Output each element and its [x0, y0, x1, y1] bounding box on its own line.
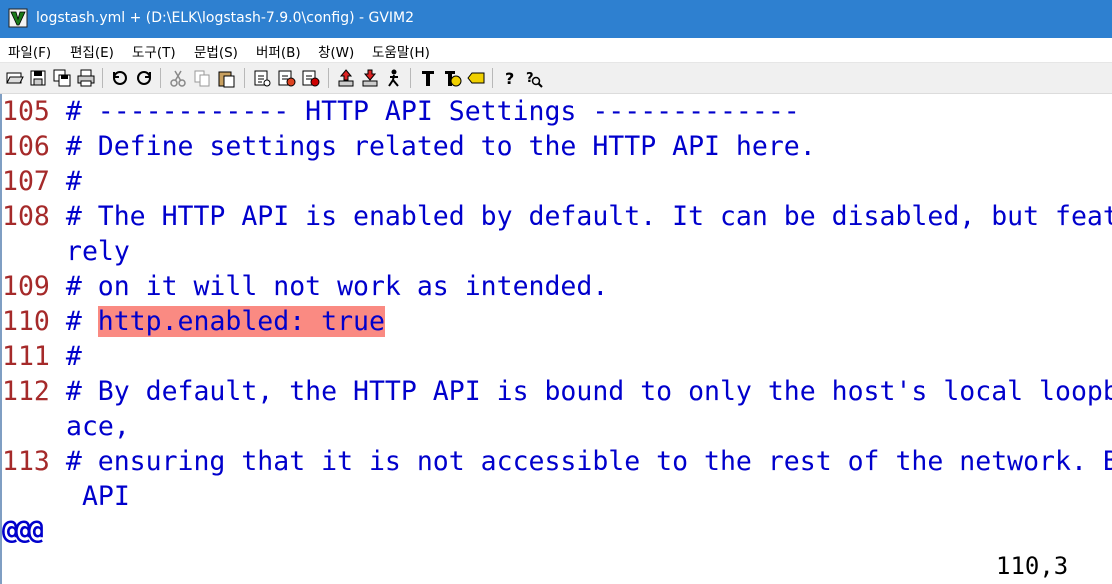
- run-ctags-icon[interactable]: [384, 68, 404, 88]
- line-text: # Define settings related to the HTTP AP…: [65, 131, 816, 162]
- code-line: 109 # on it will not work as intended.: [2, 269, 608, 304]
- code-line: 106 # Define settings related to the HTT…: [2, 129, 816, 164]
- toolbar-separator: [328, 68, 329, 88]
- line-number: 106: [2, 131, 50, 162]
- menu-syntax[interactable]: 문법(S): [194, 41, 238, 61]
- code-line: 105 # ------------ HTTP API Settings ---…: [2, 94, 800, 129]
- line-number: 111: [2, 341, 50, 372]
- toolbar-separator: [102, 68, 103, 88]
- line-text: # on it will not work as intended.: [65, 271, 609, 302]
- load-session-icon[interactable]: [252, 68, 272, 88]
- line-number: 109: [2, 271, 50, 302]
- line-number: 108: [2, 201, 50, 232]
- toolbar-separator: [160, 68, 161, 88]
- tag-jump-icon[interactable]: [418, 68, 438, 88]
- tag-back-icon[interactable]: [442, 68, 462, 88]
- line-text: #: [65, 166, 82, 197]
- menu-window[interactable]: 창(W): [318, 41, 354, 61]
- line-prefix: #: [65, 306, 98, 337]
- find-help-icon[interactable]: ?: [524, 68, 544, 88]
- menu-buffers[interactable]: 버퍼(B): [256, 41, 301, 61]
- line-text: rely: [66, 236, 130, 267]
- toolbar: ? ?: [0, 63, 1112, 94]
- paste-icon[interactable]: [216, 68, 236, 88]
- svg-text:?: ?: [526, 71, 534, 86]
- svg-text:?: ?: [505, 69, 514, 88]
- search-highlight: http.enabled: true: [97, 306, 385, 337]
- save-all-icon[interactable]: [52, 68, 72, 88]
- cut-icon[interactable]: [168, 68, 188, 88]
- shell-icon[interactable]: [360, 68, 380, 88]
- text-editor-area[interactable]: 105 # ------------ HTTP API Settings ---…: [0, 94, 1112, 584]
- code-line: 111 #: [2, 339, 82, 374]
- code-line: 112 # By default, the HTTP API is bound …: [2, 374, 1112, 409]
- line-text: #: [65, 341, 82, 372]
- line-text: # ------------ HTTP API Settings -------…: [65, 96, 800, 127]
- run-script-icon[interactable]: [300, 68, 320, 88]
- line-number: 107: [2, 166, 50, 197]
- print-icon[interactable]: [76, 68, 96, 88]
- line-number: 113: [2, 446, 50, 477]
- wrapped-line: rely: [66, 234, 130, 269]
- line-text: # ensuring that it is not accessible to …: [65, 446, 1112, 477]
- menu-help[interactable]: 도움말(H): [372, 41, 430, 61]
- line-text: ace,: [66, 411, 130, 442]
- window-title: logstash.yml + (D:\ELK\logstash-7.9.0\co…: [36, 10, 415, 26]
- line-number: 110: [2, 306, 50, 337]
- save-session-icon[interactable]: [276, 68, 296, 88]
- cursor-position-ruler: 110,3: [996, 552, 1069, 580]
- wrapped-line: ace,: [66, 409, 130, 444]
- truncated-line-marker: @@@: [2, 515, 44, 546]
- help-icon[interactable]: ?: [500, 68, 520, 88]
- tag-label-icon[interactable]: [466, 68, 486, 88]
- line-number: 112: [2, 376, 50, 407]
- line-number: 105: [2, 96, 50, 127]
- menu-bar: 파일(F) 편집(E) 도구(T) 문법(S) 버퍼(B) 창(W) 도움말(H…: [0, 38, 1112, 63]
- open-icon[interactable]: [4, 68, 24, 88]
- menu-tools[interactable]: 도구(T): [132, 41, 176, 61]
- toolbar-separator: [492, 68, 493, 88]
- vim-logo-icon: [8, 8, 28, 28]
- toolbar-separator: [410, 68, 411, 88]
- line-text: # The HTTP API is enabled by default. It…: [65, 201, 1112, 232]
- line-text: # By default, the HTTP API is bound to o…: [65, 376, 1112, 407]
- gvim-window: logstash.yml + (D:\ELK\logstash-7.9.0\co…: [0, 0, 1112, 584]
- code-line-current: 110 # http.enabled: true: [2, 304, 385, 339]
- title-bar[interactable]: logstash.yml + (D:\ELK\logstash-7.9.0\co…: [0, 0, 1112, 38]
- undo-icon[interactable]: [110, 68, 130, 88]
- menu-file[interactable]: 파일(F): [8, 41, 51, 61]
- redo-icon[interactable]: [134, 68, 154, 88]
- line-text: API: [66, 481, 130, 512]
- toolbar-separator: [244, 68, 245, 88]
- copy-icon[interactable]: [192, 68, 212, 88]
- code-line: 108 # The HTTP API is enabled by default…: [2, 199, 1112, 234]
- save-icon[interactable]: [28, 68, 48, 88]
- code-line: 113 # ensuring that it is not accessible…: [2, 444, 1112, 479]
- make-icon[interactable]: [336, 68, 356, 88]
- code-line: 107 #: [2, 164, 82, 199]
- wrapped-line: API: [66, 479, 130, 514]
- menu-edit[interactable]: 편집(E): [70, 41, 114, 61]
